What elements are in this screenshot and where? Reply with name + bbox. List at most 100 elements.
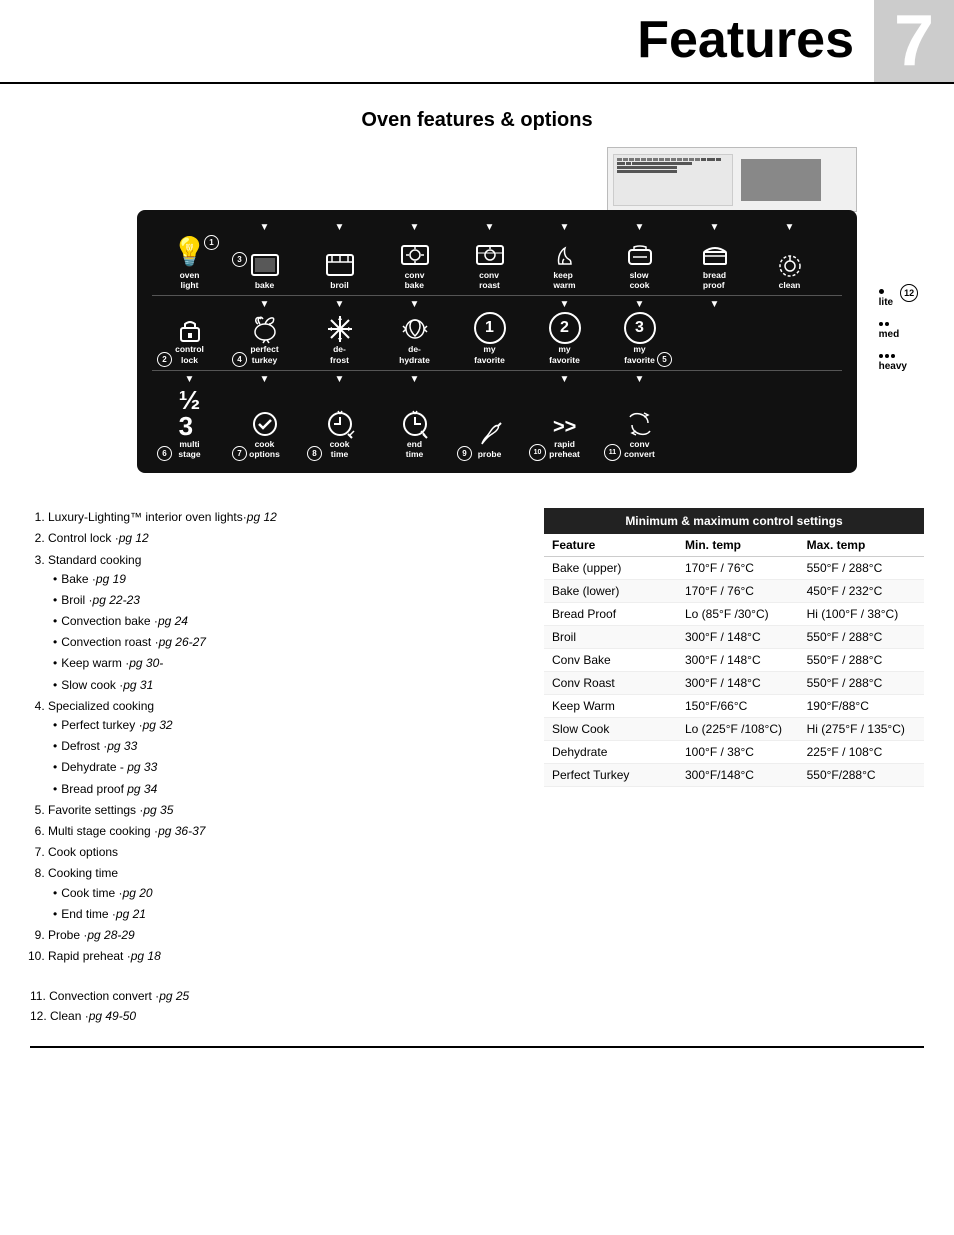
table-cell-max: 450°F / 232°C (799, 580, 924, 603)
table-cell-min: Lo (225°F /108°C) (677, 718, 799, 741)
table-row: Bake (lower)170°F / 76°C450°F / 232°C (544, 580, 924, 603)
table-row: Bread ProofLo (85°F /30°C)Hi (100°F / 38… (544, 603, 924, 626)
slow-cook-icon (624, 242, 656, 270)
sub-list: Cook time ·pg 20 End time ·pg 21 (48, 884, 524, 924)
my-favorite-1-label: myfavorite (474, 344, 505, 364)
panel-wrapper: ▼ ▼ ▼ ▼ ▼ ▼ ▼ ▼ 💡 ovenlight (137, 210, 857, 473)
main-content: Oven features & options (0, 84, 954, 1068)
table-cell-min: 300°F / 148°C (677, 626, 799, 649)
table-cell-feature: Conv Roast (544, 672, 677, 695)
list-item: Cooking time Cook time ·pg 20 End time ·… (48, 864, 524, 924)
broil-icon (324, 252, 356, 280)
table-row: Perfect Turkey300°F/148°C550°F/288°C (544, 764, 924, 787)
list-item: Convection bake ·pg 24 (53, 612, 524, 631)
table-cell-feature: Bake (upper) (544, 557, 677, 580)
conv-convert-icon (622, 409, 658, 439)
oven-light-icon: 💡 (172, 235, 207, 268)
table-cell-feature: Slow Cook (544, 718, 677, 741)
lower-content: Luxury-Lighting™ interior oven lights·pg… (30, 508, 924, 1026)
table-cell-max: 550°F / 288°C (799, 649, 924, 672)
panel-row-2: controllock 2 (152, 310, 842, 366)
table-row: Slow CookLo (225°F /108°C)Hi (275°F / 13… (544, 718, 924, 741)
badge-4: 4 (232, 352, 247, 367)
table-header-row: Minimum & maximum control settings (544, 508, 924, 534)
table-cell-feature: Broil (544, 626, 677, 649)
conv-roast-label: convroast (479, 270, 500, 290)
badge-3: 3 (232, 252, 247, 267)
cook-options-icon (249, 409, 281, 439)
list-item: Keep warm ·pg 30- (53, 654, 524, 673)
table-cell-feature: Bake (lower) (544, 580, 677, 603)
keep-warm-icon (549, 242, 581, 270)
table-cell-feature: Dehydrate (544, 741, 677, 764)
table-cell-feature: Conv Bake (544, 649, 677, 672)
badge-9: 9 (457, 446, 472, 461)
list-item: Luxury-Lighting™ interior oven lights·pg… (48, 508, 524, 527)
end-time-icon (399, 409, 431, 439)
list-item: Slow cook ·pg 31 (53, 676, 524, 695)
col-min-header: Min. temp (677, 534, 799, 557)
notes-column: Luxury-Lighting™ interior oven lights·pg… (30, 508, 524, 1026)
badge-2: 2 (157, 352, 172, 367)
list-item: Cook options (48, 843, 524, 862)
display-screen (741, 159, 821, 201)
page-number: 7 (874, 0, 954, 82)
lite-dot (879, 289, 884, 294)
notes-list: Luxury-Lighting™ interior oven lights·pg… (30, 508, 524, 966)
rapid-preheat-label: rapidpreheat (549, 439, 580, 459)
control-lock-icon (176, 316, 204, 344)
sub-list: Bake ·pg 19 Broil ·pg 22-23 Convection b… (48, 570, 524, 695)
table-cell-feature: Keep Warm (544, 695, 677, 718)
control-lock-label: controllock (175, 344, 204, 364)
control-panel: ▼ ▼ ▼ ▼ ▼ ▼ ▼ ▼ 💡 ovenlight (137, 210, 857, 473)
probe-label: probe (478, 449, 502, 459)
badge-12: 12 (900, 284, 918, 302)
clean-label: clean (779, 280, 801, 290)
note-11: 11. Convection convert ·pg 25 (30, 987, 524, 1006)
med-label: med (879, 329, 900, 340)
list-item: Rapid preheat ·pg 18 (48, 947, 524, 966)
defrost-label: de-frost (330, 344, 349, 364)
bottom-border (30, 1046, 924, 1048)
badge-7: 7 (232, 446, 247, 461)
list-item: Bake ·pg 19 (53, 570, 524, 589)
sub-list: Perfect turkey ·pg 32 Defrost ·pg 33 Deh… (48, 716, 524, 799)
table-cell-max: Hi (275°F / 135°C) (799, 718, 924, 741)
list-item: Favorite settings ·pg 35 (48, 801, 524, 820)
keep-warm-label: keepwarm (553, 270, 575, 290)
col-feature-header: Feature (544, 534, 677, 557)
my-favorite-3-icon: 3 (624, 312, 656, 344)
defrost-icon (324, 314, 356, 344)
table-cell-max: 225°F / 108°C (799, 741, 924, 764)
table-cell-max: Hi (100°F / 38°C) (799, 603, 924, 626)
table-row: Dehydrate100°F / 38°C225°F / 108°C (544, 741, 924, 764)
conv-bake-label: convbake (405, 270, 425, 290)
rapid-preheat-icon: >> (549, 409, 581, 439)
table-title: Minimum & maximum control settings (544, 508, 924, 534)
svg-text:>>: >> (553, 416, 576, 438)
dehydrate-icon (398, 314, 432, 344)
table-cell-max: 190°F/88°C (799, 695, 924, 718)
my-favorite-2-icon: 2 (549, 312, 581, 344)
col-max-header: Max. temp (799, 534, 924, 557)
badge-1: 1 (204, 235, 219, 250)
my-favorite-2-label: myfavorite (549, 344, 580, 364)
badge-6: 6 (157, 446, 172, 461)
table-cell-max: 550°F / 288°C (799, 626, 924, 649)
table-row: Bake (upper)170°F / 76°C550°F / 288°C (544, 557, 924, 580)
table-cell-feature: Perfect Turkey (544, 764, 677, 787)
table-row: Broil300°F / 148°C550°F / 288°C (544, 626, 924, 649)
table-row: Keep Warm150°F/66°C190°F/88°C (544, 695, 924, 718)
table-row: Conv Bake300°F / 148°C550°F / 288°C (544, 649, 924, 672)
badge-11: 11 (604, 444, 621, 461)
bread-proof-label: breadproof (703, 270, 726, 290)
table-cell-min: 100°F / 38°C (677, 741, 799, 764)
list-item: Bread proof pg 34 (53, 780, 524, 799)
list-item: Broil ·pg 22-23 (53, 591, 524, 610)
badge-5: 5 (657, 352, 672, 367)
cook-time-label: cooktime (330, 439, 350, 459)
lite-label: lite (879, 297, 893, 308)
broil-label: broil (330, 280, 348, 290)
cook-time-icon (324, 409, 356, 439)
panel-row-3: ½3 multistage 6 cookoptions 7 (152, 385, 842, 461)
